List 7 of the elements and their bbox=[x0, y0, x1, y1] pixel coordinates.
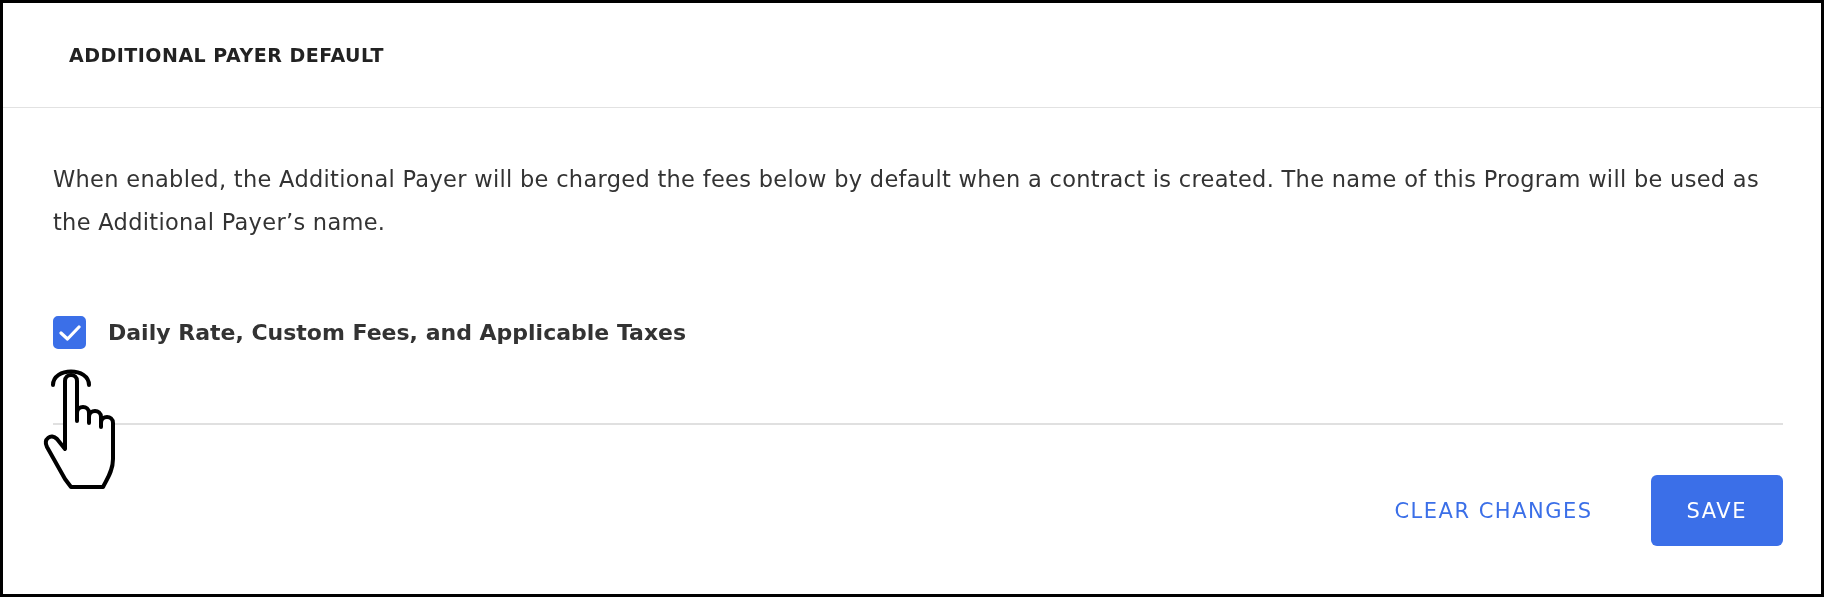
check-icon bbox=[58, 323, 81, 342]
checkbox-label: Daily Rate, Custom Fees, and Applicable Taxes bbox=[108, 320, 687, 345]
panel-title: ADDITIONAL PAYER DEFAULT bbox=[69, 44, 384, 66]
save-button[interactable]: SAVE bbox=[1650, 475, 1783, 546]
clear-changes-button[interactable]: CLEAR CHANGES bbox=[1386, 488, 1601, 533]
checkbox[interactable] bbox=[53, 316, 86, 349]
description-text: When enabled, the Additional Payer will be charged the fees below by default when a contract is created. The name of this Program will be used as the Additional Payer’s name. bbox=[53, 165, 1760, 237]
